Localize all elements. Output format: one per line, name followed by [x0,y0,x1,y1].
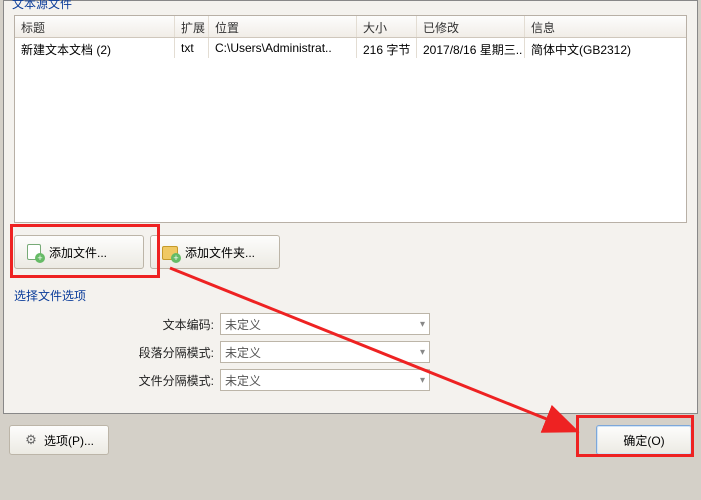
col-title[interactable]: 标题 [15,16,175,37]
cell-modified: 2017/8/16 星期三.. [417,38,525,58]
cell-title: 新建文本文档 (2) [15,38,175,58]
file-table: 标题 扩展 位置 大小 已修改 信息 新建文本文档 (2) txt C:\Use… [14,15,687,223]
cell-size: 216 字节 [357,38,417,58]
add-folder-label: 添加文件夹... [185,244,255,261]
filesep-select[interactable]: 未定义 [220,369,430,391]
col-ext[interactable]: 扩展 [175,16,209,37]
paragraph-value: 未定义 [225,344,261,361]
col-modified[interactable]: 已修改 [417,16,525,37]
paragraph-select[interactable]: 未定义 [220,341,430,363]
ok-button[interactable]: 确定(O) [596,425,692,455]
encoding-select[interactable]: 未定义 [220,313,430,335]
add-folder-icon [161,243,179,261]
filesep-value: 未定义 [225,372,261,389]
col-info[interactable]: 信息 [525,16,686,37]
add-folder-button[interactable]: 添加文件夹... [150,235,280,269]
cell-ext: txt [175,38,209,58]
table-header: 标题 扩展 位置 大小 已修改 信息 [15,16,686,38]
add-file-label: 添加文件... [49,244,107,261]
options-label: 选项(P)... [44,432,94,449]
col-size[interactable]: 大小 [357,16,417,37]
paragraph-label: 段落分隔模式: [124,344,220,361]
filesep-label: 文件分隔模式: [124,372,220,389]
cell-info: 简体中文(GB2312) [525,38,686,58]
add-file-button[interactable]: 添加文件... [14,235,144,269]
encoding-value: 未定义 [225,316,261,333]
options-section-title: 选择文件选项 [14,287,86,304]
cell-location: C:\Users\Administrat.. [209,38,357,58]
options-button[interactable]: 选项(P)... [9,425,109,455]
encoding-label: 文本编码: [124,316,220,333]
col-location[interactable]: 位置 [209,16,357,37]
gear-icon [24,433,38,447]
table-row[interactable]: 新建文本文档 (2) txt C:\Users\Administrat.. 21… [15,38,686,58]
add-file-icon [25,243,43,261]
